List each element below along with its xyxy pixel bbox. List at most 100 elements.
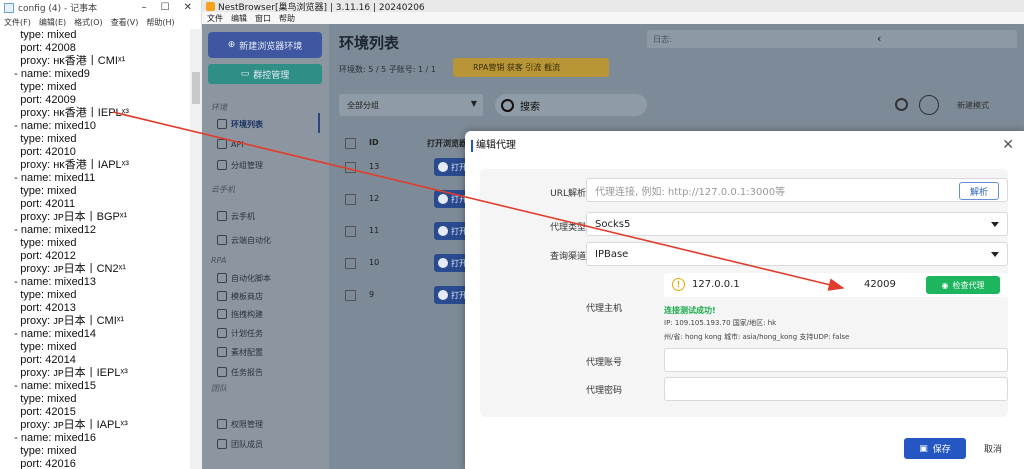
sidebar-item[interactable]: 自动化脚本: [217, 270, 271, 286]
cancel-button[interactable]: 取消: [984, 442, 1002, 455]
maximize-icon[interactable]: ☐: [161, 2, 170, 13]
proxy-type-select[interactable]: Socks5: [586, 212, 1008, 236]
notepad-titlebar: config (4) - 记事本 – ☐ ✕: [0, 0, 202, 15]
row-checkbox[interactable]: [345, 194, 356, 205]
sidebar-item[interactable]: 权限管理: [217, 416, 263, 432]
notepad-scroll-thumb[interactable]: [192, 72, 200, 104]
calendar-icon: [217, 328, 227, 338]
team-icon: [217, 439, 227, 449]
row-id: 13: [369, 162, 380, 171]
sidebar-item[interactable]: 云端自动化: [217, 232, 271, 248]
proxy-host-value[interactable]: 127.0.0.1: [692, 279, 740, 290]
sidebar-item-label: API: [231, 139, 244, 149]
notepad-window: config (4) - 记事本 – ☐ ✕ 文件(F) 编辑(E) 格式(O)…: [0, 0, 202, 469]
text-line: proxy: ʜᴋ香港丨CMIˣ¹: [8, 55, 126, 67]
text-line: proxy: ʜᴋ香港丨IAPLˣ³: [8, 159, 129, 171]
minimize-icon[interactable]: –: [142, 2, 147, 13]
row-id: 11: [369, 226, 380, 235]
sidebar-item[interactable]: 计划任务: [217, 325, 263, 341]
sidebar-item-label: 团队成员: [231, 439, 263, 449]
sidebar-item[interactable]: 环境列表: [217, 116, 263, 132]
search-icon: [501, 98, 514, 112]
new-mode-toggle[interactable]: 新建模式: [957, 100, 989, 111]
chrome-icon: [438, 162, 448, 172]
text-line: - name: mixed12: [8, 224, 97, 236]
close-icon[interactable]: ✕: [184, 2, 192, 13]
text-line: proxy: ʜᴋ香港丨IEPLˣ³: [8, 107, 129, 119]
menu-view[interactable]: 查看(V): [111, 17, 139, 28]
sidebar-item[interactable]: API: [217, 136, 244, 152]
user-avatar-icon[interactable]: [919, 95, 939, 115]
sidebar-item[interactable]: 拖拽构建: [217, 306, 263, 322]
search-box[interactable]: 搜索: [495, 94, 647, 116]
sidebar-item[interactable]: 云手机: [217, 208, 255, 224]
script-icon: [217, 273, 227, 283]
menu-help[interactable]: 帮助(H): [146, 17, 174, 28]
text-line: port: 42008: [8, 42, 76, 54]
save-button[interactable]: ▣ 保存: [904, 438, 966, 459]
text-line: - name: mixed14: [8, 328, 97, 340]
group-control-button[interactable]: ▭ 群控管理: [208, 64, 322, 84]
menu-edit[interactable]: 编辑(E): [39, 17, 66, 28]
text-line: type: mixed: [8, 133, 77, 145]
proxy-type-label: 代理类型: [549, 223, 586, 233]
chrome-icon: [438, 258, 448, 268]
close-icon[interactable]: ✕: [1002, 137, 1014, 153]
sidebar-item[interactable]: 团队成员: [217, 436, 263, 452]
browser-menu-file[interactable]: 文件: [207, 13, 223, 24]
warning-icon: !: [672, 278, 685, 291]
browser-menu-help[interactable]: 帮助: [279, 13, 295, 24]
grid-icon: [217, 119, 227, 129]
sidebar-item[interactable]: 分组管理: [217, 157, 263, 173]
browser-menubar: 文件 编辑 窗口 帮助: [202, 12, 1024, 24]
notepad-menubar: 文件(F) 编辑(E) 格式(O) 查看(V) 帮助(H): [0, 15, 202, 29]
sidebar-item[interactable]: 任务报告: [217, 364, 263, 380]
proxy-port-value[interactable]: 42009: [864, 279, 896, 290]
wifi-icon: ◉: [941, 280, 949, 290]
text-line: port: 42013: [8, 302, 76, 314]
proxy-host-label: 代理主机: [585, 304, 622, 314]
group-select[interactable]: 全部分组 ▼: [339, 94, 483, 116]
proxy-password-input[interactable]: [664, 377, 1008, 401]
menu-format[interactable]: 格式(O): [74, 17, 103, 28]
text-line: - name: mixed11: [8, 172, 96, 184]
row-checkbox[interactable]: [345, 226, 356, 237]
sidebar-item[interactable]: 模板商店: [217, 288, 263, 304]
cloud-phone-icon: [217, 211, 227, 221]
log-label: 日志:: [653, 35, 672, 44]
menu-file[interactable]: 文件(F): [4, 17, 31, 28]
select-all-checkbox[interactable]: [345, 138, 356, 149]
query-channel-select[interactable]: IPBase: [586, 242, 1008, 266]
row-checkbox[interactable]: [345, 162, 356, 173]
new-environment-button[interactable]: ⊕ 新建浏览器环境: [208, 32, 322, 58]
layers-icon: [217, 160, 227, 170]
url-parse-label: URL解析: [550, 189, 586, 199]
dropdown-caret-icon: [991, 252, 999, 257]
browser-menu-edit[interactable]: 编辑: [231, 13, 247, 24]
refresh-icon[interactable]: [895, 98, 908, 111]
api-icon: [217, 139, 227, 149]
sidebar-item[interactable]: 素材配置: [217, 344, 263, 360]
text-line: port: 42011: [8, 198, 76, 210]
proxy-host-input[interactable]: ! 127.0.0.1 42009 ◉ 检查代理: [664, 273, 1008, 297]
query-channel-label: 查询渠道: [549, 252, 586, 262]
row-checkbox[interactable]: [345, 258, 356, 269]
row-checkbox[interactable]: [345, 290, 356, 301]
chevron-left-icon[interactable]: ‹: [877, 32, 881, 45]
test-success-message: 连接测试成功!: [664, 306, 716, 315]
url-parse-input[interactable]: 代理连接, 例如: http://127.0.0.1:3000等 解析: [586, 178, 1008, 202]
chevron-down-icon: ▼: [470, 99, 477, 108]
text-line: type: mixed: [8, 289, 77, 301]
dialog-form: URL解析 代理连接, 例如: http://127.0.0.1:3000等 解…: [480, 169, 1008, 417]
text-line: proxy: ᴊᴘ日本丨CMIˣ¹: [8, 315, 125, 327]
text-line: port: 42009: [8, 94, 76, 106]
dialog-title: 编辑代理: [471, 140, 516, 152]
browser-menu-window[interactable]: 窗口: [255, 13, 271, 24]
rpa-promo-banner[interactable]: RPA营销 获客 引流 截流: [453, 58, 609, 77]
notepad-text-area[interactable]: type: mixed port: 42008 proxy: ʜᴋ香港丨CMIˣ…: [0, 29, 190, 469]
check-proxy-button[interactable]: ◉ 检查代理: [926, 276, 1000, 294]
material-icon: [217, 347, 227, 357]
parse-button[interactable]: 解析: [959, 182, 999, 200]
proxy-account-input[interactable]: [664, 348, 1008, 372]
browser-title: NestBrowser[巢鸟浏览器] | 3.11.16 | 20240206: [218, 2, 425, 13]
